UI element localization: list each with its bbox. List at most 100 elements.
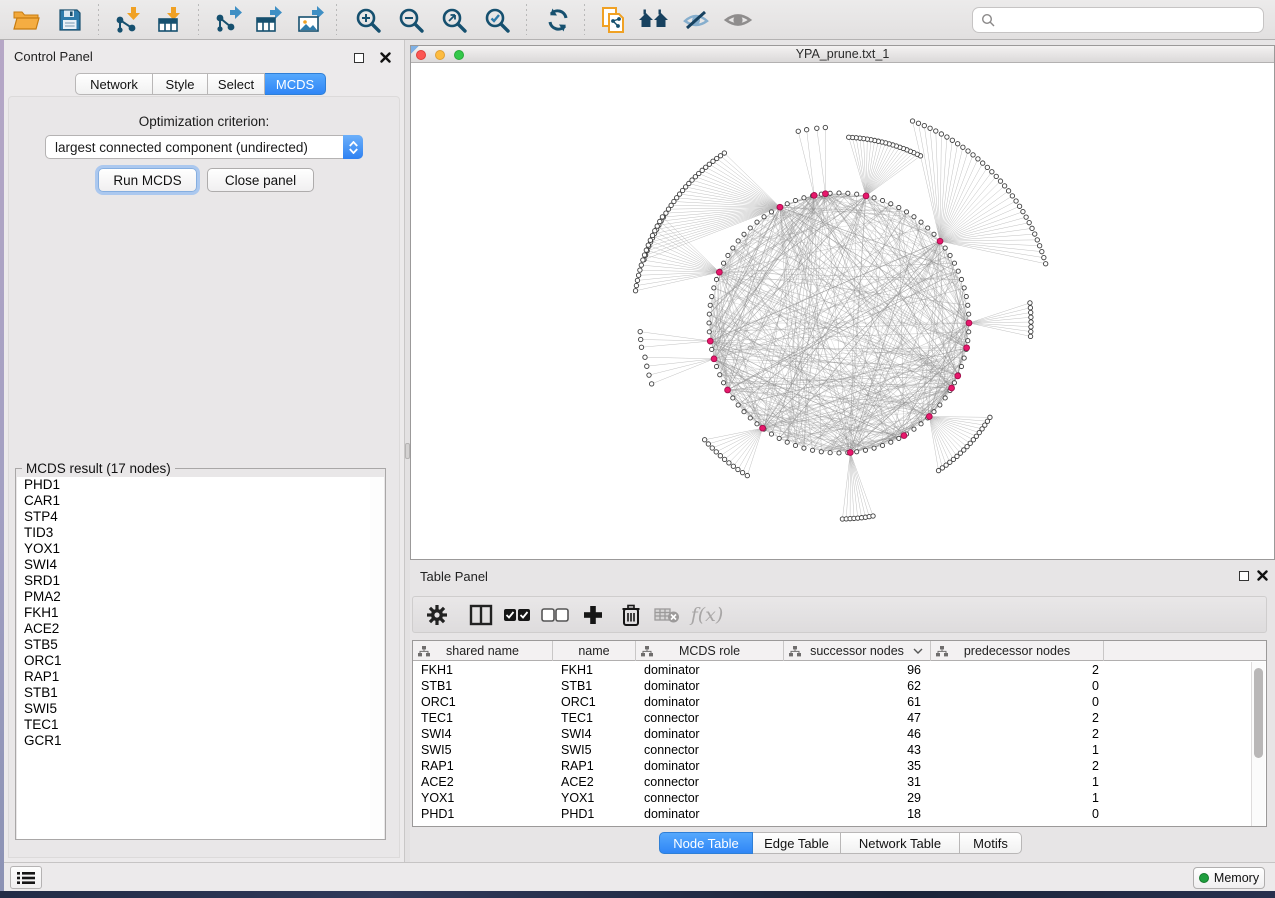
node-table[interactable]: shared namenameMCDS rolesuccessor nodesp… [412, 640, 1267, 827]
network-window-titlebar[interactable]: YPA_prune.txt_1 [411, 46, 1274, 63]
hide-selected-icon[interactable] [678, 4, 714, 36]
list-item[interactable]: ORC1 [17, 653, 371, 669]
cell-shared-name: PHD1 [421, 806, 454, 822]
search-input[interactable] [1001, 13, 1263, 28]
cell-successor-nodes: 46 [784, 726, 921, 742]
table-row[interactable]: TEC1TEC1connector472 [413, 710, 1249, 726]
refresh-view-icon[interactable] [540, 4, 576, 36]
settings-gear-icon[interactable] [421, 600, 453, 630]
first-neighbors-icon[interactable] [636, 4, 672, 36]
list-item[interactable]: CAR1 [17, 493, 371, 509]
search-field[interactable] [972, 7, 1264, 33]
select-all-checkboxes-icon[interactable] [501, 600, 533, 630]
tab-network[interactable]: Network [75, 73, 153, 95]
deselect-all-checkboxes-icon[interactable] [539, 600, 571, 630]
table-row[interactable]: ACE2ACE2connector311 [413, 774, 1249, 790]
tab-edge-table[interactable]: Edge Table [753, 832, 841, 854]
export-network-icon[interactable] [210, 4, 246, 36]
cell-name: FKH1 [561, 662, 593, 678]
tab-mcds[interactable]: MCDS [265, 73, 326, 95]
tab-motifs[interactable]: Motifs [960, 832, 1022, 854]
list-item[interactable]: SWI5 [17, 701, 371, 717]
table-row[interactable]: STB1STB1dominator620 [413, 678, 1249, 694]
cell-mcds-role: dominator [644, 678, 700, 694]
delete-row-icon[interactable] [615, 600, 647, 630]
zoom-in-icon[interactable] [350, 4, 386, 36]
cell-predecessor-nodes: 2 [931, 710, 1099, 726]
table-row[interactable]: FKH1FKH1dominator962 [413, 662, 1249, 678]
mcds-result-list[interactable]: PHD1CAR1STP4TID3YOX1SWI4SRD1PMA2FKH1ACE2… [17, 477, 372, 839]
list-item[interactable]: TID3 [17, 525, 371, 541]
table-row[interactable]: YOX1YOX1connector291 [413, 790, 1249, 806]
tab-network-table[interactable]: Network Table [841, 832, 960, 854]
open-file-icon[interactable] [8, 4, 44, 36]
table-row[interactable]: ORC1ORC1dominator610 [413, 694, 1249, 710]
close-panel-button[interactable]: Close panel [207, 168, 314, 192]
run-mcds-button[interactable]: Run MCDS [98, 168, 197, 192]
task-history-button[interactable] [10, 866, 42, 889]
list-item[interactable]: FKH1 [17, 605, 371, 621]
control-panel: Control Panel NetworkStyleSelectMCDS Opt… [4, 40, 404, 862]
table-row[interactable]: SWI5SWI5connector431 [413, 742, 1249, 758]
list-item[interactable]: PMA2 [17, 589, 371, 605]
cell-successor-nodes: 61 [784, 694, 921, 710]
column-header-MCDS-role[interactable]: MCDS role [636, 641, 784, 661]
list-item[interactable]: SWI4 [17, 557, 371, 573]
column-header-shared-name[interactable]: shared name [413, 641, 553, 661]
zoom-selected-icon[interactable] [479, 4, 515, 36]
cell-predecessor-nodes: 1 [931, 790, 1099, 806]
close-table-panel-icon[interactable] [1256, 569, 1269, 582]
tab-node-table[interactable]: Node Table [659, 832, 753, 854]
import-table-icon[interactable] [152, 4, 188, 36]
add-row-icon[interactable] [577, 600, 609, 630]
float-table-panel-icon[interactable] [1237, 569, 1250, 582]
optimization-criterion-label: Optimization criterion: [9, 114, 399, 129]
network-graph[interactable] [411, 63, 1274, 559]
table-rows: FKH1FKH1dominator962STB1STB1dominator620… [413, 662, 1249, 822]
list-item[interactable]: PHD1 [17, 477, 371, 493]
list-item[interactable]: STP4 [17, 509, 371, 525]
import-network-icon[interactable] [110, 4, 146, 36]
table-row[interactable]: PHD1PHD1dominator180 [413, 806, 1249, 822]
float-panel-icon[interactable] [352, 51, 365, 64]
export-image-icon[interactable] [292, 4, 328, 36]
column-layout-icon[interactable] [465, 600, 497, 630]
column-header-predecessor-nodes[interactable]: predecessor nodes [931, 641, 1104, 661]
duplicate-network-icon[interactable] [596, 4, 632, 36]
cell-predecessor-nodes: 2 [931, 726, 1099, 742]
tab-style[interactable]: Style [153, 73, 208, 95]
export-table-icon[interactable] [250, 4, 286, 36]
cell-predecessor-nodes: 1 [931, 774, 1099, 790]
table-toolbar: f(x) [412, 596, 1267, 633]
zoom-fit-icon[interactable] [436, 4, 472, 36]
zoom-out-icon[interactable] [393, 4, 429, 36]
tab-select[interactable]: Select [208, 73, 265, 95]
table-row[interactable]: RAP1RAP1dominator352 [413, 758, 1249, 774]
memory-button[interactable]: Memory [1193, 867, 1265, 889]
close-panel-icon[interactable] [379, 51, 392, 64]
column-header-successor-nodes[interactable]: successor nodes [784, 641, 931, 661]
optimization-criterion-select[interactable]: largest connected component (undirected) [45, 135, 363, 159]
table-row[interactable]: SWI4SWI4dominator462 [413, 726, 1249, 742]
list-item[interactable]: STB1 [17, 685, 371, 701]
column-header-name[interactable]: name [553, 641, 636, 661]
list-item[interactable]: ACE2 [17, 621, 371, 637]
list-item[interactable]: SRD1 [17, 573, 371, 589]
save-session-icon[interactable] [52, 4, 88, 36]
control-panel-title: Control Panel [14, 49, 93, 64]
desktop-wallpaper-bottom [0, 891, 1275, 898]
memory-status-icon [1199, 873, 1209, 883]
table-scrollbar[interactable] [1251, 662, 1265, 826]
list-item[interactable]: GCR1 [17, 733, 371, 749]
cell-predecessor-nodes: 0 [931, 806, 1099, 822]
cell-mcds-role: dominator [644, 758, 700, 774]
table-scrollbar-thumb[interactable] [1254, 668, 1263, 758]
list-item[interactable]: YOX1 [17, 541, 371, 557]
show-all-icon[interactable] [720, 4, 756, 36]
list-item[interactable]: RAP1 [17, 669, 371, 685]
cell-successor-nodes: 43 [784, 742, 921, 758]
list-item[interactable]: TEC1 [17, 717, 371, 733]
mcds-list-scrollbar[interactable] [370, 477, 384, 839]
list-item[interactable]: STB5 [17, 637, 371, 653]
memory-label: Memory [1214, 871, 1259, 885]
